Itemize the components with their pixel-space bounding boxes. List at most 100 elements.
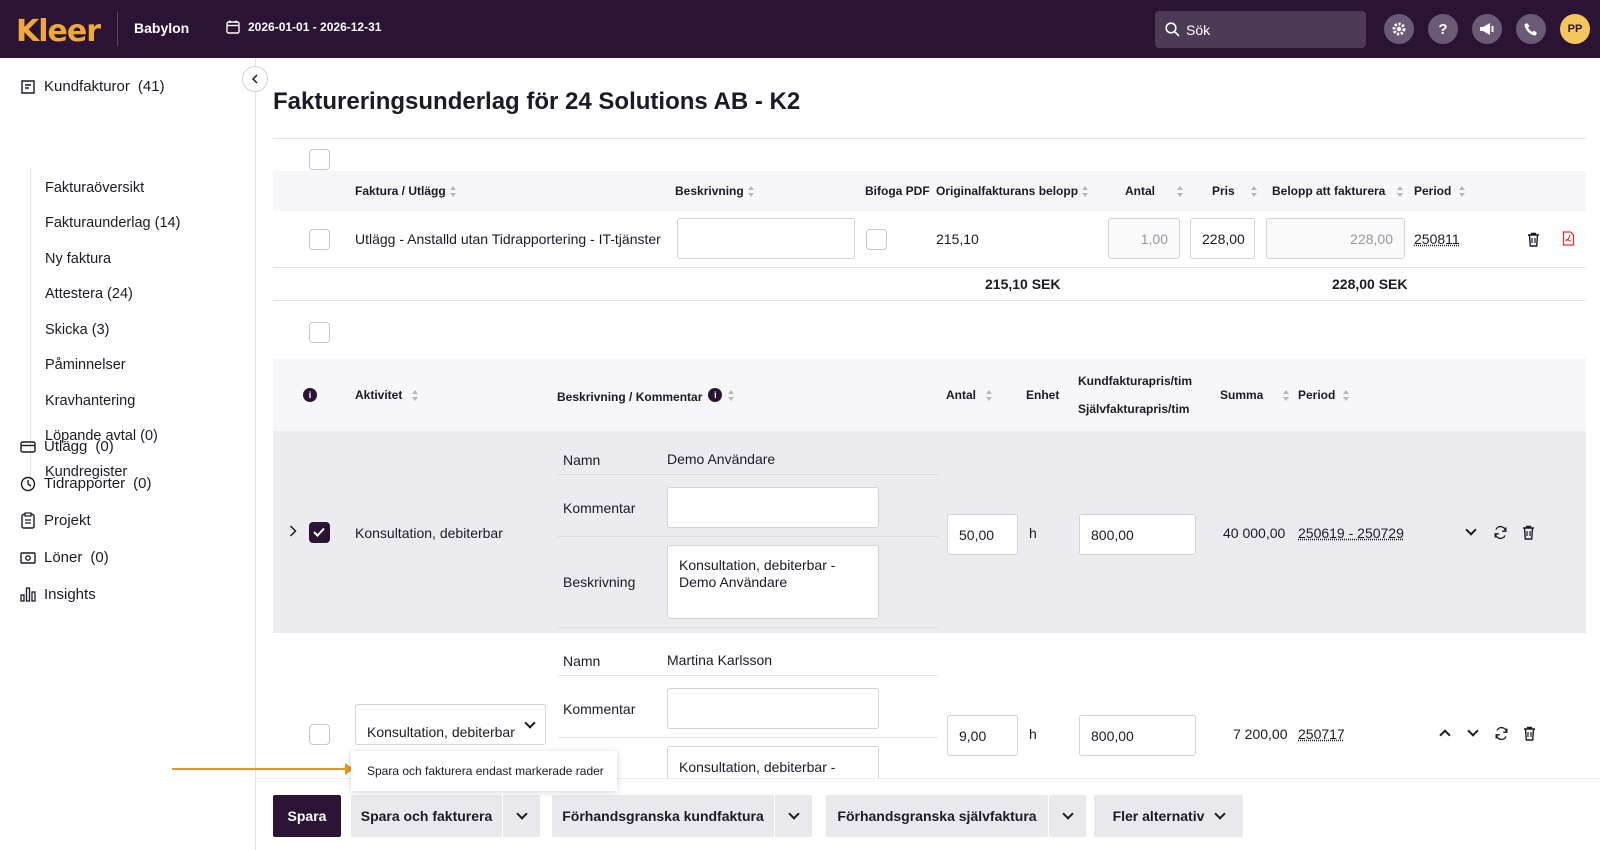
col-period[interactable]: Period	[1414, 184, 1466, 198]
col-faktura-utlagg[interactable]: Faktura / Utlägg	[355, 184, 457, 198]
divider	[558, 627, 938, 628]
chevron-up-icon[interactable]	[1437, 725, 1453, 741]
kleer-logo[interactable]: Kleer	[16, 14, 101, 49]
summa-value: 7 200,00	[1233, 726, 1288, 742]
trash-icon[interactable]	[1524, 230, 1542, 248]
sidebar-item-fakturaoversikt[interactable]: Fakturaöversikt	[31, 170, 240, 206]
trash-icon[interactable]	[1520, 724, 1538, 742]
row-checkbox-checked[interactable]	[309, 522, 330, 543]
col-antal[interactable]: Antal	[946, 388, 993, 402]
enhet-value: h	[1029, 525, 1037, 541]
kommentar-input[interactable]	[667, 487, 879, 528]
more-options-button[interactable]: Fler alternativ	[1094, 795, 1243, 837]
chevron-right-icon[interactable]	[286, 524, 300, 538]
chevron-down-icon	[515, 808, 528, 820]
col-belopp[interactable]: Belopp att fakturera	[1272, 184, 1404, 198]
sidebar-item-tidrapporter[interactable]: Tidrapporter (0)	[20, 475, 152, 492]
gear-icon[interactable]	[1384, 14, 1414, 44]
chevron-down-icon[interactable]	[1463, 524, 1479, 540]
sidebar-item-fakturaunderlag[interactable]: Fakturaunderlag (14)	[31, 206, 240, 242]
label-namn: Namn	[563, 653, 601, 669]
col-summa[interactable]: Summa	[1220, 388, 1290, 402]
sidebar-item-projekt[interactable]: Projekt	[20, 512, 91, 529]
date-range-text: 2026-01-01 - 2026-12-31	[248, 20, 382, 34]
description-input[interactable]	[677, 218, 855, 259]
select-all-expenses-checkbox[interactable]	[309, 149, 330, 170]
sidebar-item-ny-faktura[interactable]: Ny faktura	[31, 241, 240, 277]
sidebar-item-attestera[interactable]: Attestera (24)	[31, 277, 240, 313]
info-icon[interactable]: i	[303, 385, 317, 403]
refresh-icon[interactable]	[1491, 523, 1509, 541]
col-aktivitet[interactable]: Aktivitet	[355, 388, 419, 402]
pdf-icon[interactable]	[1559, 229, 1577, 247]
refresh-icon[interactable]	[1492, 724, 1510, 742]
col-kundfakturapris: Kundfakturapris/tim	[1078, 374, 1192, 388]
collapse-sidebar-button[interactable]	[242, 66, 268, 92]
preview-self-dropdown[interactable]	[1049, 795, 1086, 837]
antal-input[interactable]: 9,00	[947, 715, 1018, 756]
col-label: Självfakturapris/tim	[1078, 402, 1190, 416]
row-checkbox[interactable]	[309, 724, 330, 745]
col-bifoga-pdf: Bifoga PDF	[865, 184, 930, 198]
activity-select[interactable]: Konsultation, debiterbar	[355, 704, 546, 745]
belopp-input[interactable]: 228,00	[1266, 218, 1405, 259]
sidebar-item-utlagg[interactable]: Utlägg (0)	[20, 438, 114, 455]
avatar[interactable]: PP	[1560, 14, 1590, 44]
kommentar-input[interactable]	[667, 688, 879, 729]
save-and-invoice-dropdown[interactable]	[503, 795, 540, 837]
bar-chart-icon	[20, 587, 36, 602]
sidebar-item-label: Insights	[44, 586, 96, 603]
antal-input[interactable]: 50,00	[947, 514, 1018, 555]
divider	[558, 536, 938, 537]
preview-self-invoice-button[interactable]: Förhandsgranska självfaktura	[826, 795, 1048, 837]
col-label: Antal	[1125, 184, 1155, 198]
period-link[interactable]: 250619 - 250729	[1298, 525, 1404, 541]
activity-table-header	[273, 358, 1586, 431]
period-link[interactable]: 250811	[1414, 231, 1460, 247]
search-input[interactable]: Sök	[1155, 11, 1366, 48]
col-beskrivning[interactable]: Beskrivning	[675, 184, 755, 198]
sidebar-item-kundfakturor[interactable]: Kundfakturor (41)	[20, 78, 165, 95]
col-label: Kundfakturapris/tim	[1078, 374, 1193, 388]
chevron-down-icon[interactable]	[1465, 725, 1481, 741]
preview-customer-invoice-button[interactable]: Förhandsgranska kundfaktura	[552, 795, 774, 837]
attach-pdf-checkbox[interactable]	[866, 229, 887, 250]
sidebar-item-insights[interactable]: Insights	[20, 586, 96, 603]
sidebar-item-label: Utlägg	[44, 438, 88, 455]
chevron-down-icon	[524, 716, 536, 729]
sidebar-item-kravhantering[interactable]: Kravhantering	[31, 383, 240, 419]
sidebar-item-label: Projekt	[44, 512, 91, 529]
sidebar-item-skicka[interactable]: Skicka (3)	[31, 312, 240, 348]
pris-input[interactable]: 228,00	[1190, 218, 1255, 259]
col-original[interactable]: Originalfakturans belopp	[936, 184, 1089, 198]
col-label: Faktura / Utlägg	[355, 184, 446, 198]
date-range[interactable]: 2026-01-01 - 2026-12-31	[226, 20, 381, 34]
row-checkbox[interactable]	[309, 229, 330, 250]
col-period[interactable]: Period	[1298, 388, 1350, 402]
col-label: Belopp att fakturera	[1272, 184, 1386, 198]
original-amount: 215,10	[936, 231, 979, 247]
save-and-invoice-button[interactable]: Spara och fakturera	[351, 795, 502, 837]
period-link[interactable]: 250717	[1298, 726, 1345, 742]
col-beskrivning-kommentar[interactable]: Beskrivning / Kommentar i	[557, 386, 735, 404]
megaphone-icon[interactable]	[1472, 14, 1502, 44]
beskrivning-textarea[interactable]: Konsultation, debiterbar - Demo Användar…	[667, 545, 879, 619]
phone-icon[interactable]	[1516, 14, 1546, 44]
antal-input[interactable]: 1,00	[1108, 218, 1180, 259]
info-icon[interactable]: i	[708, 388, 723, 402]
trash-icon[interactable]	[1519, 523, 1537, 541]
wallet-icon	[20, 440, 36, 453]
help-icon[interactable]: ?	[1428, 14, 1458, 44]
col-pris[interactable]: Pris	[1212, 184, 1258, 198]
save-button[interactable]: Spara	[273, 795, 341, 837]
preview-customer-dropdown[interactable]	[775, 795, 812, 837]
check-icon	[313, 527, 325, 537]
pris-input[interactable]: 800,00	[1079, 514, 1196, 555]
select-all-activities-checkbox[interactable]	[309, 322, 330, 343]
company-name[interactable]: Babylon	[134, 20, 189, 36]
sidebar-item-loner[interactable]: Löner (0)	[20, 549, 109, 566]
col-antal[interactable]: Antal	[1125, 184, 1184, 198]
pris-input[interactable]: 800,00	[1079, 715, 1196, 756]
sort-icon	[449, 185, 457, 197]
sidebar-item-paminnelser[interactable]: Påminnelser	[31, 348, 240, 384]
